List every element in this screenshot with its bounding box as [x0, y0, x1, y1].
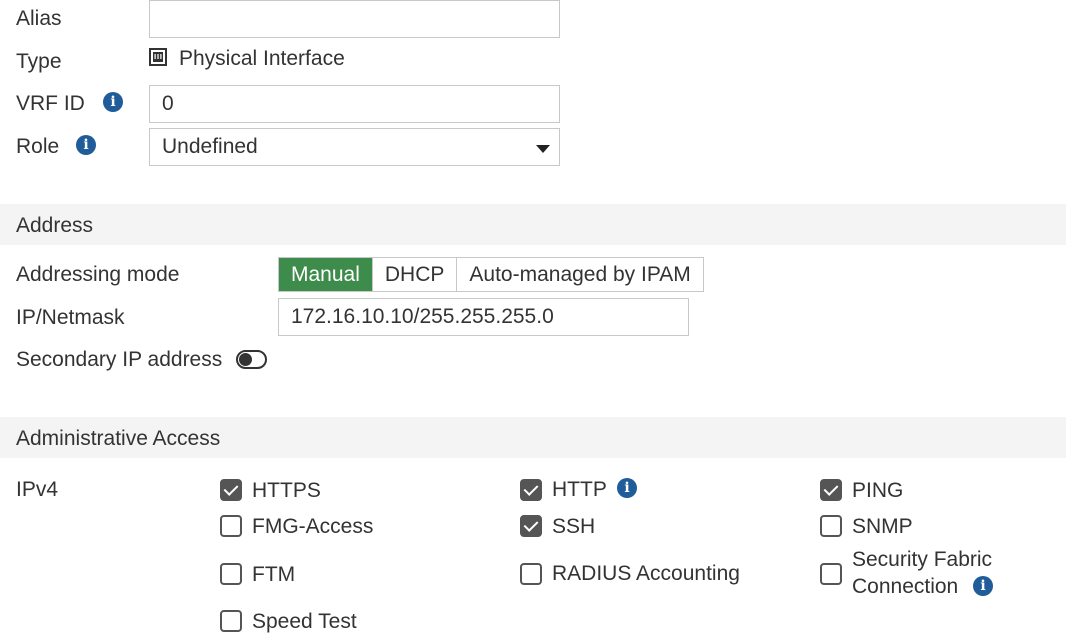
security-fabric-label-line2: Connection: [852, 575, 959, 598]
address-section-title: Address: [16, 214, 94, 237]
network-port-icon: [149, 48, 167, 66]
fmg-access-checkbox[interactable]: [220, 515, 242, 537]
speed-test-label: Speed Test: [252, 610, 357, 633]
ftm-checkbox[interactable]: [220, 563, 242, 585]
mode-dhcp-button[interactable]: DHCP: [371, 258, 457, 291]
radius-accounting-label: RADIUS Accounting: [552, 562, 740, 585]
http-label: HTTP: [552, 478, 607, 501]
type-value: Physical Interface: [179, 47, 345, 70]
ipv4-label: IPv4: [16, 478, 59, 501]
security-fabric-checkbox[interactable]: [820, 563, 842, 585]
ip-netmask-input[interactable]: [278, 298, 689, 336]
http-info-icon[interactable]: i: [617, 478, 637, 498]
chevron-down-icon: [536, 145, 550, 153]
mode-ipam-button[interactable]: Auto-managed by IPAM: [456, 258, 703, 291]
http-checkbox[interactable]: [520, 479, 542, 501]
vrf-id-label: VRF ID: [16, 92, 85, 115]
ip-netmask-label: IP/Netmask: [16, 306, 125, 329]
fmg-access-label: FMG-Access: [252, 515, 374, 538]
alias-input[interactable]: [149, 0, 560, 38]
snmp-label: SNMP: [852, 515, 913, 538]
toggle-knob: [239, 353, 252, 366]
security-fabric-label: Security Fabric: [852, 548, 993, 571]
role-info-icon[interactable]: i: [76, 135, 96, 155]
speed-test-checkbox[interactable]: [220, 610, 242, 632]
ftm-label: FTM: [252, 563, 296, 586]
secondary-ip-label: Secondary IP address: [16, 348, 223, 371]
radius-accounting-checkbox[interactable]: [520, 563, 542, 585]
role-select[interactable]: Undefined: [149, 128, 560, 166]
https-checkbox[interactable]: [220, 479, 242, 501]
role-select-value: Undefined: [162, 135, 258, 158]
alias-label: Alias: [16, 7, 62, 30]
ssh-checkbox[interactable]: [520, 515, 542, 537]
secondary-ip-toggle[interactable]: [236, 350, 267, 369]
security-fabric-info-icon[interactable]: i: [973, 576, 993, 596]
type-label: Type: [16, 50, 62, 73]
role-label: Role: [16, 135, 60, 158]
address-section-header: Address: [0, 204, 1066, 245]
admin-access-section-title: Administrative Access: [16, 427, 221, 450]
ssh-label: SSH: [552, 515, 596, 538]
vrf-id-input[interactable]: [149, 85, 560, 123]
mode-manual-button[interactable]: Manual: [279, 258, 372, 291]
snmp-checkbox[interactable]: [820, 515, 842, 537]
ping-checkbox[interactable]: [820, 479, 842, 501]
ping-label: PING: [852, 479, 904, 502]
vrf-info-icon[interactable]: i: [103, 92, 123, 112]
admin-access-section-header: Administrative Access: [0, 417, 1066, 458]
addressing-mode-selector: Manual DHCP Auto-managed by IPAM: [278, 257, 704, 292]
https-label: HTTPS: [252, 479, 321, 502]
addressing-mode-label: Addressing mode: [16, 263, 180, 286]
